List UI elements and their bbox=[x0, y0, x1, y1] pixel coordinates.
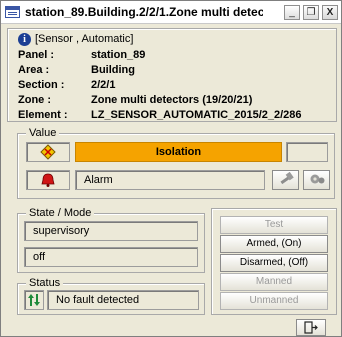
panel-value: station_89 bbox=[91, 49, 146, 61]
status-group: Status No fault detected bbox=[17, 277, 205, 315]
reset-alarm-button[interactable] bbox=[272, 170, 299, 190]
window-title: station_89.Building.2/2/1.Zone multi det… bbox=[25, 5, 263, 19]
isolation-indicator: Isolation bbox=[75, 142, 282, 162]
commands-group: Test Armed, (On) Disarmed, (Off) Manned … bbox=[211, 208, 337, 315]
status-legend: Status bbox=[26, 277, 64, 289]
minimize-button[interactable]: _ bbox=[284, 5, 300, 20]
up-down-arrows-icon bbox=[28, 294, 40, 306]
title-bar[interactable]: station_89.Building.2/2/1.Zone multi det… bbox=[1, 1, 341, 24]
diamond-warning-icon bbox=[40, 144, 56, 160]
hammer-icon bbox=[280, 172, 294, 185]
element-type-header: [Sensor , Automatic] bbox=[35, 33, 134, 45]
area-value: Building bbox=[91, 64, 135, 76]
unmanned-button[interactable]: Unmanned bbox=[220, 292, 328, 310]
zone-value: Zone multi detectors (19/20/21) bbox=[91, 94, 253, 106]
value-legend: Value bbox=[26, 127, 60, 139]
element-info-group: i [Sensor , Automatic] Panel : station_8… bbox=[7, 28, 337, 122]
restore-button[interactable]: ❐ bbox=[303, 5, 319, 20]
status-field: No fault detected bbox=[47, 290, 199, 310]
info-icon: i bbox=[18, 33, 31, 46]
cogs-icon bbox=[310, 174, 324, 184]
disarmed-off-button[interactable]: Disarmed, (Off) bbox=[220, 254, 328, 272]
close-button[interactable]: X bbox=[322, 5, 338, 20]
element-label: Element : bbox=[18, 109, 68, 121]
exit-button[interactable] bbox=[296, 319, 326, 336]
isolation-icon-box bbox=[26, 142, 70, 162]
state-mode-group: State / Mode supervisory off bbox=[17, 207, 205, 273]
state-mode-legend: State / Mode bbox=[26, 207, 95, 219]
state-field: supervisory bbox=[24, 221, 198, 241]
manned-button[interactable]: Manned bbox=[220, 273, 328, 291]
bell-icon bbox=[41, 173, 55, 187]
isolation-extra-field bbox=[286, 142, 328, 162]
test-button[interactable]: Test bbox=[220, 216, 328, 234]
zone-label: Zone : bbox=[18, 94, 51, 106]
alarm-icon-box bbox=[26, 170, 70, 190]
detector-window: station_89.Building.2/2/1.Zone multi det… bbox=[0, 0, 342, 337]
element-value: LZ_SENSOR_AUTOMATIC_2015/2_2/286 bbox=[91, 109, 302, 121]
section-label: Section : bbox=[18, 79, 65, 91]
section-value: 2/2/1 bbox=[91, 79, 116, 91]
alarm-field: Alarm bbox=[75, 170, 265, 190]
window-app-icon bbox=[5, 6, 20, 18]
silence-alarm-button[interactable] bbox=[303, 170, 330, 190]
area-label: Area : bbox=[18, 64, 50, 76]
value-group: Value Isolation Alarm bbox=[17, 127, 335, 199]
panel-label: Panel : bbox=[18, 49, 55, 61]
mode-field: off bbox=[24, 247, 198, 267]
status-icon-box bbox=[24, 290, 44, 310]
armed-on-button[interactable]: Armed, (On) bbox=[220, 235, 328, 253]
exit-door-icon bbox=[304, 321, 318, 334]
